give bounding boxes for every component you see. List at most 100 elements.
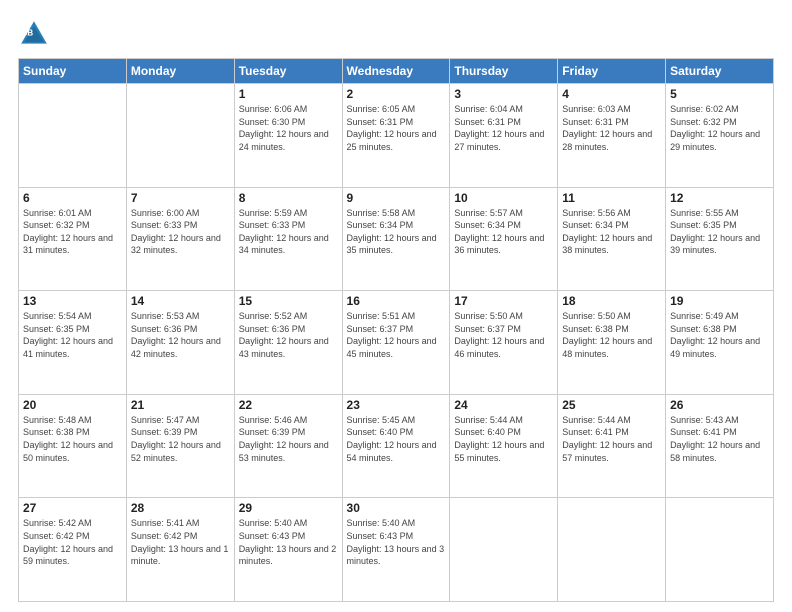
day-number: 28 bbox=[131, 501, 230, 515]
header-row: SundayMondayTuesdayWednesdayThursdayFrid… bbox=[19, 59, 774, 84]
logo: GB bbox=[18, 18, 54, 50]
day-info: Sunrise: 5:40 AMSunset: 6:43 PMDaylight:… bbox=[239, 517, 338, 567]
day-info: Sunrise: 5:57 AMSunset: 6:34 PMDaylight:… bbox=[454, 207, 553, 257]
page: GB SundayMondayTuesdayWednesdayThursdayF… bbox=[0, 0, 792, 612]
logo-icon: GB bbox=[18, 18, 50, 50]
day-number: 7 bbox=[131, 191, 230, 205]
day-info: Sunrise: 6:04 AMSunset: 6:31 PMDaylight:… bbox=[454, 103, 553, 153]
day-number: 24 bbox=[454, 398, 553, 412]
day-number: 20 bbox=[23, 398, 122, 412]
day-info: Sunrise: 5:52 AMSunset: 6:36 PMDaylight:… bbox=[239, 310, 338, 360]
calendar-cell: 16 Sunrise: 5:51 AMSunset: 6:37 PMDayligh… bbox=[342, 291, 450, 395]
day-number: 9 bbox=[347, 191, 446, 205]
week-row-3: 13 Sunrise: 5:54 AMSunset: 6:35 PMDayligh… bbox=[19, 291, 774, 395]
day-number: 30 bbox=[347, 501, 446, 515]
day-info: Sunrise: 5:48 AMSunset: 6:38 PMDaylight:… bbox=[23, 414, 122, 464]
calendar-cell: 2 Sunrise: 6:05 AMSunset: 6:31 PMDaylight… bbox=[342, 84, 450, 188]
calendar-cell: 21Sunrise: 5:47 AMSunset: 6:39 PMDayligh… bbox=[126, 394, 234, 498]
calendar-cell: 15 Sunrise: 5:52 AMSunset: 6:36 PMDayligh… bbox=[234, 291, 342, 395]
header-day-friday: Friday bbox=[558, 59, 666, 84]
week-row-2: 6 Sunrise: 6:01 AMSunset: 6:32 PMDaylight… bbox=[19, 187, 774, 291]
calendar-cell: 6 Sunrise: 6:01 AMSunset: 6:32 PMDaylight… bbox=[19, 187, 127, 291]
calendar-cell: 12 Sunrise: 5:55 AMSunset: 6:35 PMDayligh… bbox=[666, 187, 774, 291]
day-info: Sunrise: 5:58 AMSunset: 6:34 PMDaylight:… bbox=[347, 207, 446, 257]
week-row-4: 20 Sunrise: 5:48 AMSunset: 6:38 PMDayligh… bbox=[19, 394, 774, 498]
header-day-sunday: Sunday bbox=[19, 59, 127, 84]
calendar-cell: 25Sunrise: 5:44 AMSunset: 6:41 PMDayligh… bbox=[558, 394, 666, 498]
calendar-cell: 1Sunrise: 6:06 AMSunset: 6:30 PMDaylight… bbox=[234, 84, 342, 188]
day-info: Sunrise: 5:55 AMSunset: 6:35 PMDaylight:… bbox=[670, 207, 769, 257]
calendar-cell: 17Sunrise: 5:50 AMSunset: 6:37 PMDayligh… bbox=[450, 291, 558, 395]
day-number: 2 bbox=[347, 87, 446, 101]
day-number: 19 bbox=[670, 294, 769, 308]
day-number: 3 bbox=[454, 87, 553, 101]
day-number: 27 bbox=[23, 501, 122, 515]
day-info: Sunrise: 5:56 AMSunset: 6:34 PMDaylight:… bbox=[562, 207, 661, 257]
header-day-thursday: Thursday bbox=[450, 59, 558, 84]
week-row-1: 1Sunrise: 6:06 AMSunset: 6:30 PMDaylight… bbox=[19, 84, 774, 188]
calendar-cell: 3 Sunrise: 6:04 AMSunset: 6:31 PMDaylight… bbox=[450, 84, 558, 188]
day-info: Sunrise: 5:45 AMSunset: 6:40 PMDaylight:… bbox=[347, 414, 446, 464]
day-number: 21 bbox=[131, 398, 230, 412]
header-day-saturday: Saturday bbox=[666, 59, 774, 84]
day-info: Sunrise: 5:40 AMSunset: 6:43 PMDaylight:… bbox=[347, 517, 446, 567]
calendar-cell: 10 Sunrise: 5:57 AMSunset: 6:34 PMDayligh… bbox=[450, 187, 558, 291]
day-info: Sunrise: 5:54 AMSunset: 6:35 PMDaylight:… bbox=[23, 310, 122, 360]
day-info: Sunrise: 5:42 AMSunset: 6:42 PMDaylight:… bbox=[23, 517, 122, 567]
day-info: Sunrise: 5:44 AMSunset: 6:40 PMDaylight:… bbox=[454, 414, 553, 464]
calendar-cell bbox=[19, 84, 127, 188]
day-number: 29 bbox=[239, 501, 338, 515]
day-info: Sunrise: 5:41 AMSunset: 6:42 PMDaylight:… bbox=[131, 517, 230, 567]
day-info: Sunrise: 5:51 AMSunset: 6:37 PMDaylight:… bbox=[347, 310, 446, 360]
day-number: 18 bbox=[562, 294, 661, 308]
header-day-wednesday: Wednesday bbox=[342, 59, 450, 84]
calendar-cell: 5Sunrise: 6:02 AMSunset: 6:32 PMDaylight… bbox=[666, 84, 774, 188]
calendar-cell: 24 Sunrise: 5:44 AMSunset: 6:40 PMDayligh… bbox=[450, 394, 558, 498]
day-number: 10 bbox=[454, 191, 553, 205]
day-number: 12 bbox=[670, 191, 769, 205]
calendar-body: 1Sunrise: 6:06 AMSunset: 6:30 PMDaylight… bbox=[19, 84, 774, 602]
day-number: 14 bbox=[131, 294, 230, 308]
calendar-cell bbox=[558, 498, 666, 602]
calendar-cell bbox=[666, 498, 774, 602]
day-number: 15 bbox=[239, 294, 338, 308]
day-info: Sunrise: 5:44 AMSunset: 6:41 PMDaylight:… bbox=[562, 414, 661, 464]
calendar-header: SundayMondayTuesdayWednesdayThursdayFrid… bbox=[19, 59, 774, 84]
calendar-cell: 7 Sunrise: 6:00 AMSunset: 6:33 PMDaylight… bbox=[126, 187, 234, 291]
day-info: Sunrise: 6:00 AMSunset: 6:33 PMDaylight:… bbox=[131, 207, 230, 257]
calendar-cell: 14Sunrise: 5:53 AMSunset: 6:36 PMDayligh… bbox=[126, 291, 234, 395]
day-number: 6 bbox=[23, 191, 122, 205]
day-info: Sunrise: 6:05 AMSunset: 6:31 PMDaylight:… bbox=[347, 103, 446, 153]
calendar-cell bbox=[126, 84, 234, 188]
calendar-cell: 22Sunrise: 5:46 AMSunset: 6:39 PMDayligh… bbox=[234, 394, 342, 498]
calendar-cell: 20 Sunrise: 5:48 AMSunset: 6:38 PMDayligh… bbox=[19, 394, 127, 498]
calendar-cell: 9 Sunrise: 5:58 AMSunset: 6:34 PMDaylight… bbox=[342, 187, 450, 291]
day-info: Sunrise: 6:01 AMSunset: 6:32 PMDaylight:… bbox=[23, 207, 122, 257]
calendar-cell: 23Sunrise: 5:45 AMSunset: 6:40 PMDayligh… bbox=[342, 394, 450, 498]
header-day-monday: Monday bbox=[126, 59, 234, 84]
day-info: Sunrise: 5:49 AMSunset: 6:38 PMDaylight:… bbox=[670, 310, 769, 360]
day-number: 26 bbox=[670, 398, 769, 412]
day-info: Sunrise: 6:06 AMSunset: 6:30 PMDaylight:… bbox=[239, 103, 338, 153]
day-number: 16 bbox=[347, 294, 446, 308]
day-info: Sunrise: 5:50 AMSunset: 6:38 PMDaylight:… bbox=[562, 310, 661, 360]
calendar-cell: 26Sunrise: 5:43 AMSunset: 6:41 PMDayligh… bbox=[666, 394, 774, 498]
day-number: 4 bbox=[562, 87, 661, 101]
day-info: Sunrise: 6:02 AMSunset: 6:32 PMDaylight:… bbox=[670, 103, 769, 153]
calendar-cell: 8Sunrise: 5:59 AMSunset: 6:33 PMDaylight… bbox=[234, 187, 342, 291]
day-number: 17 bbox=[454, 294, 553, 308]
day-info: Sunrise: 5:46 AMSunset: 6:39 PMDaylight:… bbox=[239, 414, 338, 464]
day-number: 13 bbox=[23, 294, 122, 308]
calendar-cell: 18 Sunrise: 5:50 AMSunset: 6:38 PMDayligh… bbox=[558, 291, 666, 395]
header: GB bbox=[18, 18, 774, 50]
calendar-cell bbox=[450, 498, 558, 602]
calendar-cell: 30 Sunrise: 5:40 AMSunset: 6:43 PMDayligh… bbox=[342, 498, 450, 602]
calendar-cell: 19 Sunrise: 5:49 AMSunset: 6:38 PMDayligh… bbox=[666, 291, 774, 395]
day-number: 11 bbox=[562, 191, 661, 205]
calendar-cell: 11 Sunrise: 5:56 AMSunset: 6:34 PMDayligh… bbox=[558, 187, 666, 291]
day-number: 8 bbox=[239, 191, 338, 205]
svg-text:GB: GB bbox=[21, 29, 33, 38]
week-row-5: 27 Sunrise: 5:42 AMSunset: 6:42 PMDayligh… bbox=[19, 498, 774, 602]
calendar-cell: 29 Sunrise: 5:40 AMSunset: 6:43 PMDayligh… bbox=[234, 498, 342, 602]
calendar-cell: 27 Sunrise: 5:42 AMSunset: 6:42 PMDayligh… bbox=[19, 498, 127, 602]
